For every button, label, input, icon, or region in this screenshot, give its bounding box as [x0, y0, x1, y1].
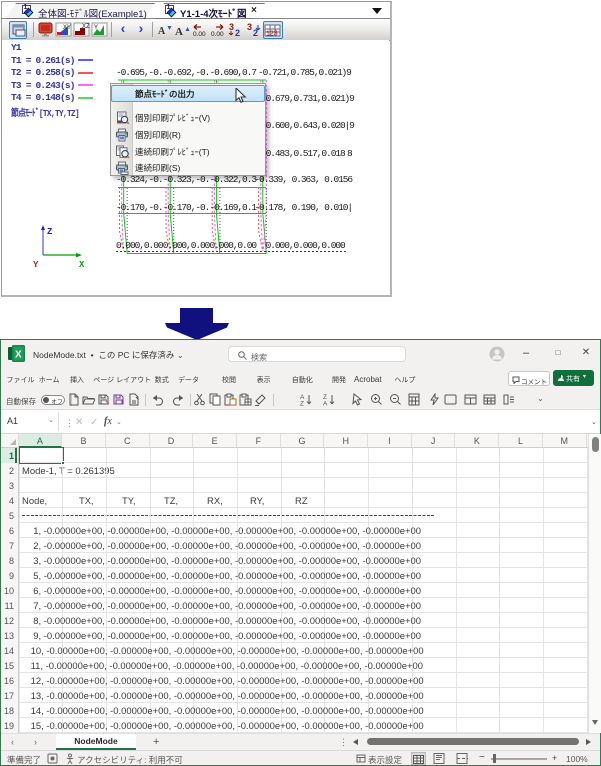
- svg-text:Y: Y: [33, 260, 39, 270]
- svg-text:Z: Z: [300, 401, 304, 407]
- svg-text:0.00: 0.00: [193, 31, 206, 38]
- svg-text:XZ: XZ: [82, 24, 90, 30]
- svg-text:X: X: [79, 260, 85, 270]
- svg-text:2: 2: [235, 28, 240, 38]
- svg-text:XY: XY: [63, 25, 71, 31]
- svg-text:A: A: [323, 401, 328, 407]
- svg-text:A: A: [158, 26, 166, 37]
- svg-text:123: 123: [266, 31, 278, 38]
- svg-text:Z: Z: [47, 227, 52, 237]
- svg-text:3: 3: [229, 22, 234, 32]
- svg-text:X: X: [15, 350, 22, 361]
- svg-text:A: A: [175, 26, 183, 38]
- svg-text:Y: Y: [94, 25, 98, 31]
- svg-text:0.00: 0.00: [211, 31, 224, 38]
- svg-text:3: 3: [247, 22, 252, 32]
